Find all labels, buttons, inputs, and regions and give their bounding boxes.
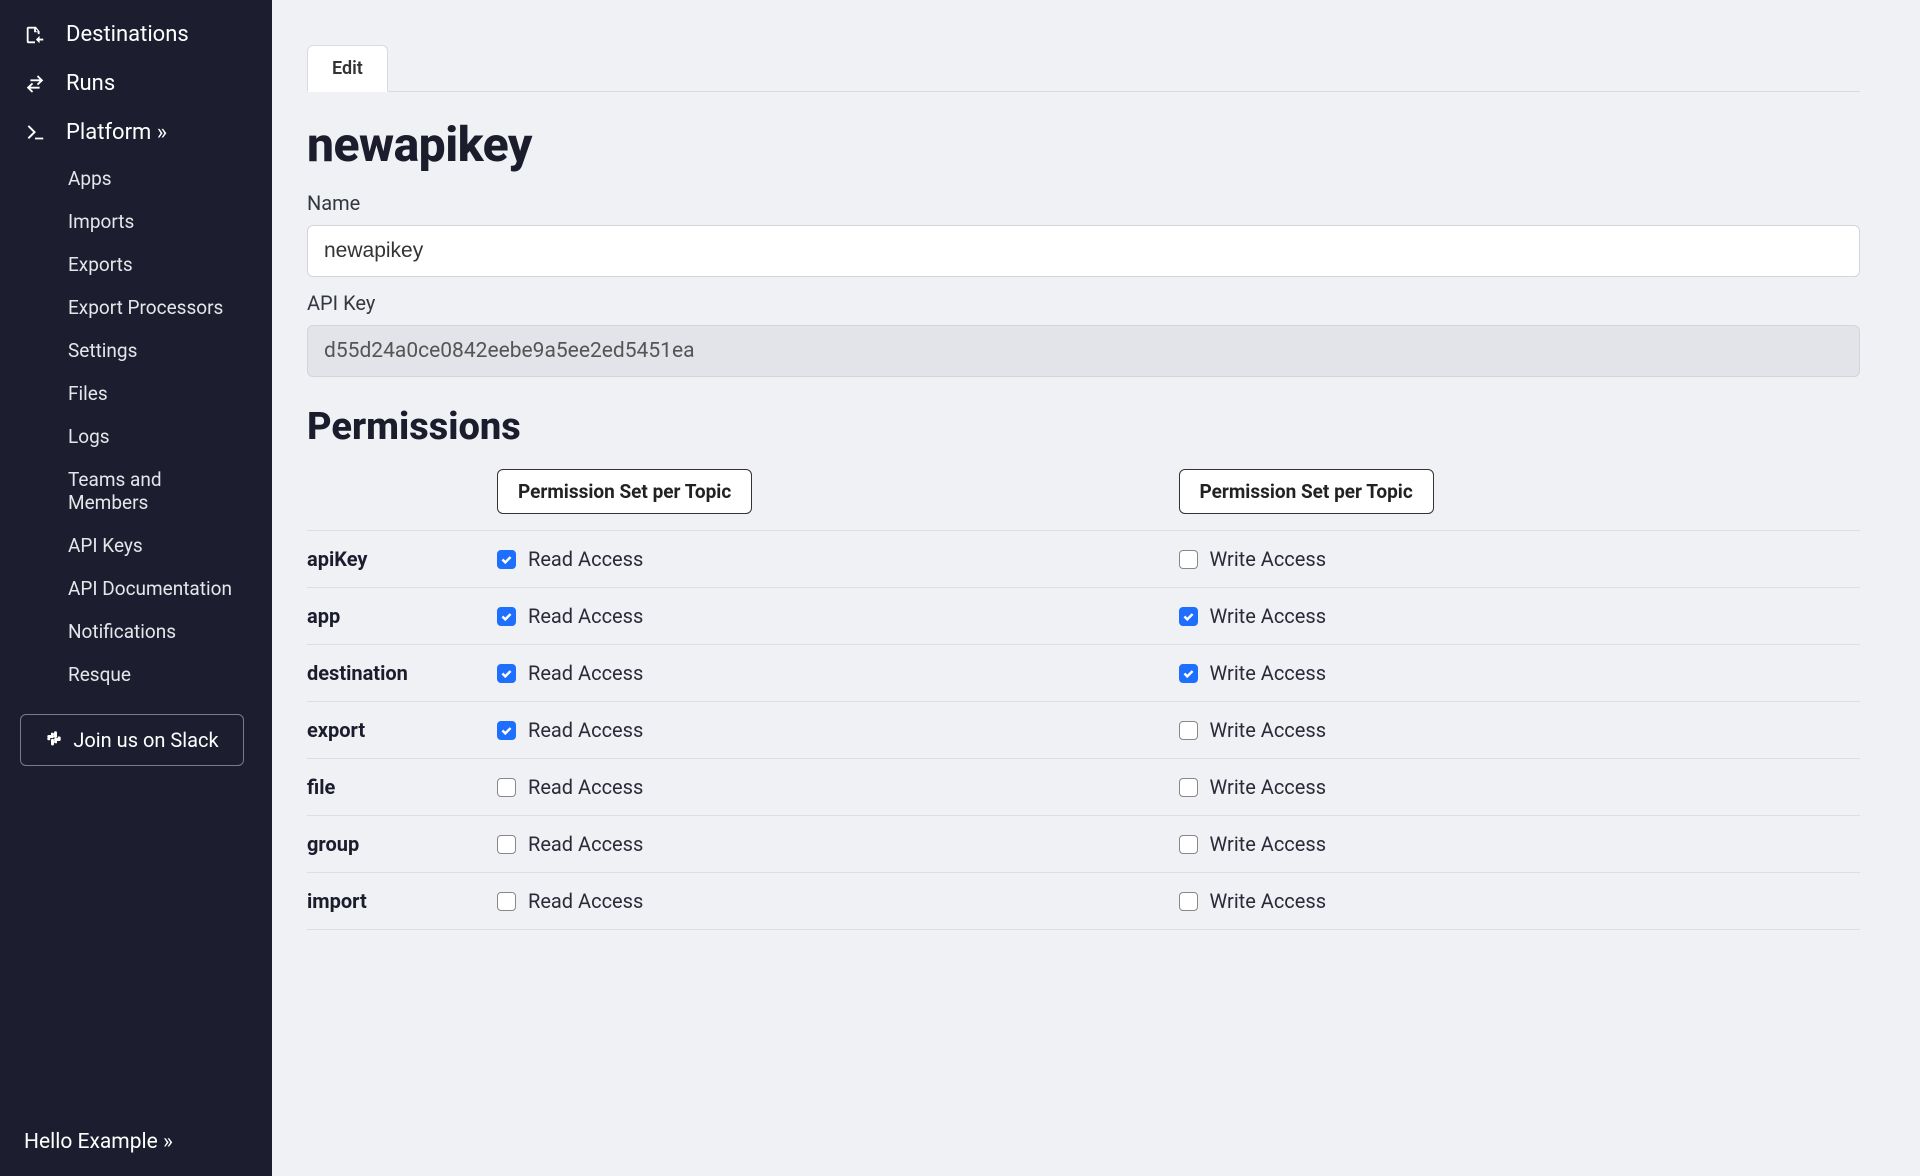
perm-write-checkbox[interactable] [1179,721,1198,740]
perm-read-cell: Read Access [497,889,1169,913]
perm-write-checkbox[interactable] [1179,892,1198,911]
subnav-settings[interactable]: Settings [0,329,264,372]
perm-write-checkbox[interactable] [1179,835,1198,854]
slack-icon [45,728,63,752]
perm-read-label: Read Access [528,832,643,856]
tabs-row: Edit [307,45,1860,92]
subnav-teams[interactable]: Teams and Members [0,458,264,524]
page-title: newapikey [307,116,1860,173]
permissions-table: Permission Set per Topic Permission Set … [307,453,1860,930]
perm-topic: group [307,816,497,873]
perm-read-checkbox[interactable] [497,892,516,911]
perm-write-label: Write Access [1210,718,1327,742]
perm-write-checkbox[interactable] [1179,778,1198,797]
subnav-resque[interactable]: Resque [0,653,264,696]
terminal-icon [24,122,46,144]
nav-platform-label: Platform » [66,120,167,145]
perm-write-label: Write Access [1210,775,1327,799]
perm-set-read-button[interactable]: Permission Set per Topic [497,469,752,514]
subnav-api-docs[interactable]: API Documentation [0,567,264,610]
perm-read-cell: Read Access [497,547,1169,571]
perm-read-cell: Read Access [497,775,1169,799]
join-slack-button[interactable]: Join us on Slack [20,714,244,766]
perm-read-label: Read Access [528,775,643,799]
nav-destinations-label: Destinations [66,22,189,47]
perm-topic: import [307,873,497,930]
name-label: Name [307,191,1860,215]
nav-runs[interactable]: Runs [0,59,264,108]
perm-write-checkbox[interactable] [1179,664,1198,683]
perm-write-cell: Write Access [1179,661,1851,685]
perm-read-cell: Read Access [497,604,1169,628]
runs-icon [24,73,46,95]
perm-read-checkbox[interactable] [497,607,516,626]
perm-write-label: Write Access [1210,889,1327,913]
perm-read-label: Read Access [528,604,643,628]
perm-write-cell: Write Access [1179,775,1851,799]
perm-write-checkbox[interactable] [1179,607,1198,626]
perm-read-cell: Read Access [497,832,1169,856]
perm-write-cell: Write Access [1179,889,1851,913]
perm-read-label: Read Access [528,889,643,913]
perm-topic: destination [307,645,497,702]
perm-read-label: Read Access [528,547,643,571]
nav-platform[interactable]: Platform » [0,108,264,157]
perm-read-checkbox[interactable] [497,835,516,854]
perm-topic: app [307,588,497,645]
perm-write-label: Write Access [1210,547,1327,571]
perm-read-cell: Read Access [497,661,1169,685]
perm-write-cell: Write Access [1179,604,1851,628]
perm-write-cell: Write Access [1179,547,1851,571]
join-slack-label: Join us on Slack [73,728,218,752]
perm-read-checkbox[interactable] [497,778,516,797]
perm-row: group Read Access Write Access [307,816,1860,873]
perm-topic: apiKey [307,531,497,588]
perm-read-cell: Read Access [497,718,1169,742]
apikey-label: API Key [307,291,1860,315]
perm-write-label: Write Access [1210,661,1327,685]
perm-write-checkbox[interactable] [1179,550,1198,569]
perm-write-label: Write Access [1210,604,1327,628]
perm-read-checkbox[interactable] [497,664,516,683]
subnav-notifications[interactable]: Notifications [0,610,264,653]
perm-read-label: Read Access [528,718,643,742]
perm-read-checkbox[interactable] [497,721,516,740]
subnav-export-processors[interactable]: Export Processors [0,286,264,329]
subnav-files[interactable]: Files [0,372,264,415]
subnav-imports[interactable]: Imports [0,200,264,243]
subnav-api-keys[interactable]: API Keys [0,524,264,567]
apikey-value: d55d24a0ce0842eebe9a5ee2ed5451ea [307,325,1860,377]
perm-row: export Read Access Write Access [307,702,1860,759]
perm-read-checkbox[interactable] [497,550,516,569]
subnav-logs[interactable]: Logs [0,415,264,458]
perm-row: destination Read Access Write Access [307,645,1860,702]
export-icon [24,24,46,46]
permissions-heading: Permissions [307,405,1860,449]
perm-write-label: Write Access [1210,832,1327,856]
subnav-exports[interactable]: Exports [0,243,264,286]
perm-topic: export [307,702,497,759]
perm-write-cell: Write Access [1179,832,1851,856]
hello-user-link[interactable]: Hello Example » [0,1112,264,1176]
perm-row: apiKey Read Access Write Access [307,531,1860,588]
nav-destinations[interactable]: Destinations [0,10,264,59]
perm-row: file Read Access Write Access [307,759,1860,816]
main-content: Edit newapikey Name API Key d55d24a0ce08… [272,0,1920,1176]
nav-runs-label: Runs [66,71,115,96]
perm-write-cell: Write Access [1179,718,1851,742]
sidebar: Destinations Runs Platform » Apps Import… [0,0,272,1176]
perm-topic: file [307,759,497,816]
perm-row: import Read Access Write Access [307,873,1860,930]
subnav-apps[interactable]: Apps [0,157,264,200]
perm-row: app Read Access Write Access [307,588,1860,645]
tab-edit[interactable]: Edit [307,45,388,92]
perm-set-write-button[interactable]: Permission Set per Topic [1179,469,1434,514]
perm-read-label: Read Access [528,661,643,685]
name-input[interactable] [307,225,1860,277]
